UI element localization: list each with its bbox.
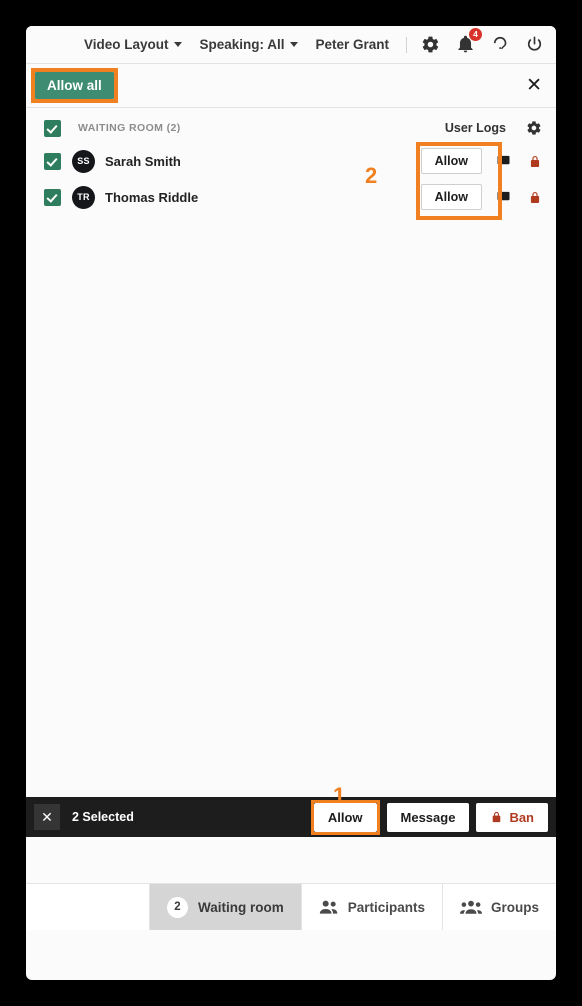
allow-all-button[interactable]: Allow all [35, 72, 114, 99]
people-icon [319, 899, 339, 915]
tab-groups-label: Groups [490, 899, 539, 915]
power-button[interactable] [525, 35, 544, 54]
tab-waiting-room-label: Waiting room [197, 899, 284, 915]
bottom-tab-bar: 2 Waiting room Participants Groups [26, 884, 556, 930]
participant-row[interactable]: SS Sarah Smith Allow [26, 143, 556, 179]
gear-icon [421, 35, 440, 54]
gear-icon[interactable] [526, 120, 542, 136]
participant-row[interactable]: TR Thomas Riddle Allow [26, 179, 556, 215]
bulk-ban-label: Ban [509, 809, 534, 825]
notification-badge: 4 [469, 28, 482, 41]
notifications-button[interactable]: 4 [456, 28, 482, 54]
avatar: SS [72, 149, 95, 173]
lock-icon[interactable] [528, 190, 542, 205]
speaking-dropdown[interactable]: Speaking: All [199, 37, 299, 52]
help-button[interactable] [491, 35, 509, 54]
user-name-label: Peter Grant [315, 37, 389, 52]
power-icon [525, 35, 544, 54]
participant-checkbox[interactable] [44, 188, 61, 206]
speaking-label: Speaking: All [199, 37, 285, 52]
avatar: TR [72, 185, 95, 209]
participant-name: Sarah Smith [105, 153, 181, 169]
waiting-room-count-badge: 2 [166, 896, 188, 918]
chat-bubble-icon[interactable] [496, 154, 511, 169]
question-mark-icon [491, 35, 509, 54]
chevron-down-icon [290, 42, 299, 47]
chevron-down-icon [174, 42, 183, 47]
tab-participants-label: Participants [347, 899, 425, 915]
settings-button[interactable] [421, 35, 440, 54]
user-logs-link[interactable]: User Logs [445, 121, 506, 135]
chat-bubble-icon[interactable] [496, 190, 511, 205]
close-icon[interactable]: ✕ [526, 76, 542, 95]
select-all-checkbox[interactable] [44, 119, 61, 137]
video-layout-dropdown[interactable]: Video Layout [84, 37, 183, 52]
allow-button[interactable]: Allow [420, 148, 482, 174]
toolbar-divider [406, 36, 407, 53]
lower-blank-strip [26, 837, 556, 884]
step-marker-2: 2 [365, 163, 378, 188]
list-empty-area [26, 215, 556, 797]
lock-icon[interactable] [528, 154, 542, 169]
group-icon [459, 899, 482, 915]
selected-count-label: 2 Selected [72, 810, 134, 824]
allow-all-highlight: Allow all [31, 68, 118, 103]
app-window: Video Layout Speaking: All Peter Grant 4… [26, 26, 556, 980]
waiting-room-section-label: WAITING ROOM (2) [78, 122, 181, 134]
allow-button[interactable]: Allow [420, 184, 482, 210]
bulk-ban-button[interactable]: Ban [476, 802, 548, 832]
participant-checkbox[interactable] [44, 152, 61, 170]
tab-groups[interactable]: Groups [441, 884, 556, 930]
clear-selection-button[interactable]: ✕ [34, 804, 60, 830]
top-toolbar: Video Layout Speaking: All Peter Grant 4 [26, 26, 556, 64]
tab-waiting-room[interactable]: 2 Waiting room [148, 884, 301, 930]
participant-name: Thomas Riddle [105, 189, 199, 205]
bulk-message-button[interactable]: Message [386, 802, 470, 832]
tab-participants[interactable]: Participants [300, 884, 442, 930]
current-user-name: Peter Grant [315, 37, 389, 52]
selection-action-bar: ✕ 2 Selected Allow Message Ban [26, 797, 556, 837]
video-layout-label: Video Layout [83, 37, 169, 52]
allow-all-bar: Allow all ✕ [26, 64, 556, 108]
lock-icon [490, 810, 503, 824]
waiting-room-header-row: WAITING ROOM (2) User Logs [26, 113, 556, 143]
step-marker-1: 1 [333, 783, 346, 808]
